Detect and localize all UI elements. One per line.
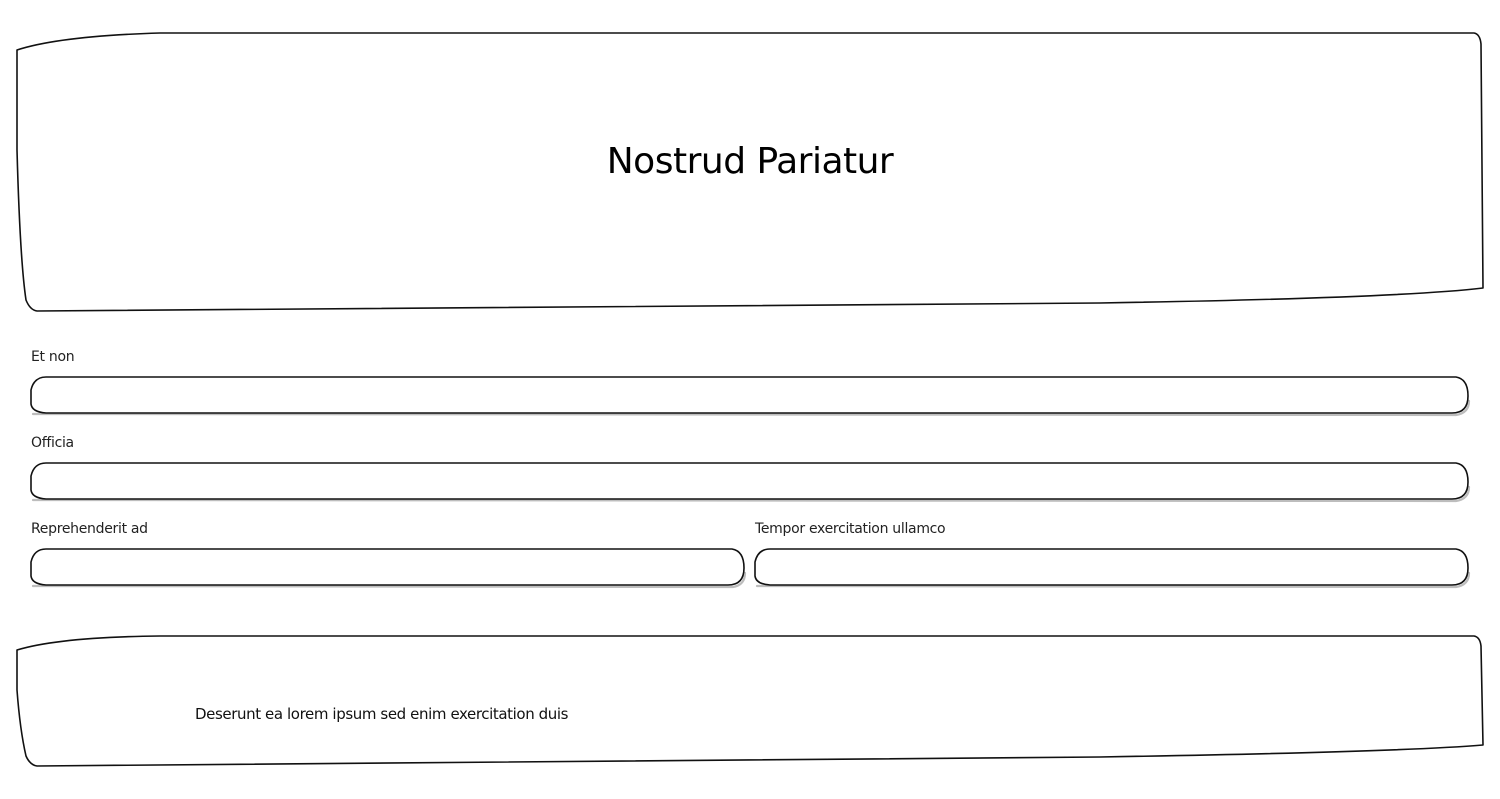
field-label-tempor-exercitation-ullamco: Tempor exercitation ullamco [755, 521, 946, 537]
footer-panel [17, 636, 1483, 766]
field-label-et-non: Et non [31, 349, 75, 365]
page-title: Nostrud Pariatur [606, 141, 894, 182]
tempor-exercitation-ullamco-input[interactable] [755, 549, 1468, 585]
footer-text: Deserunt ea lorem ipsum sed enim exercit… [195, 705, 569, 723]
reprehenderit-ad-input[interactable] [31, 549, 744, 585]
et-non-input[interactable] [31, 377, 1468, 413]
field-label-reprehenderit-ad: Reprehenderit ad [31, 521, 148, 537]
officia-input[interactable] [31, 463, 1468, 499]
field-label-officia: Officia [31, 435, 74, 451]
